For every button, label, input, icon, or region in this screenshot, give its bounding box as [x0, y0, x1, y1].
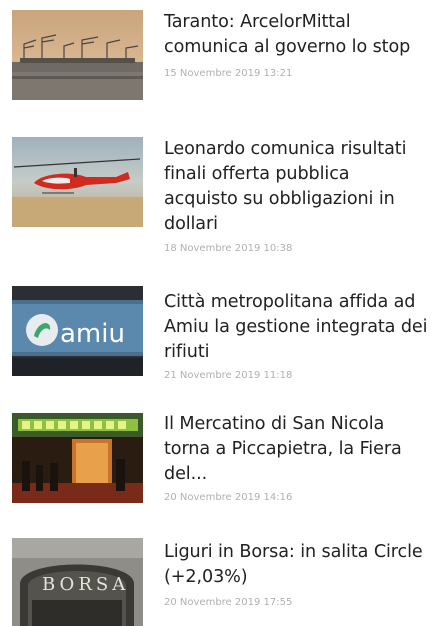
article-date: 15 Novembre 2019 13:21	[164, 68, 293, 79]
article-thumbnail[interactable]: BORSA	[12, 538, 143, 626]
article-thumbnail[interactable]: amiu	[12, 286, 143, 376]
article-date: 20 Novembre 2019 17:55	[164, 597, 293, 608]
article-thumbnail[interactable]	[12, 413, 143, 503]
amiu-logo-photo: amiu	[12, 286, 143, 376]
svg-text:BORSA: BORSA	[42, 574, 129, 595]
article-date: 20 Novembre 2019 14:16	[164, 492, 293, 503]
news-item: amiu Città metropolitana affida ad Amiu …	[0, 280, 436, 400]
article-title[interactable]: Il Mercatino di San Nicola torna a Picca…	[164, 412, 428, 487]
article-title[interactable]: Liguri in Borsa: in salita Circle (+2,03…	[164, 540, 428, 590]
news-item: Il Mercatino di San Nicola torna a Picca…	[0, 402, 436, 517]
red-helicopter-photo	[12, 137, 143, 227]
article-date: 18 Novembre 2019 10:38	[164, 243, 293, 254]
article-title[interactable]: Città metropolitana affida ad Amiu la ge…	[164, 290, 428, 365]
article-thumbnail[interactable]	[12, 10, 143, 100]
news-item: Taranto: ArcelorMittal comunica al gover…	[0, 0, 436, 115]
article-date: 21 Novembre 2019 11:18	[164, 370, 293, 381]
article-title[interactable]: Leonardo comunica risultati finali offer…	[164, 137, 428, 237]
borsa-building-photo: BORSA	[12, 538, 143, 626]
svg-text:amiu: amiu	[60, 319, 125, 349]
article-thumbnail[interactable]	[12, 137, 143, 227]
christmas-market-photo	[12, 413, 143, 503]
article-title[interactable]: Taranto: ArcelorMittal comunica al gover…	[164, 10, 428, 60]
news-item: BORSA Liguri in Borsa: in salita Circle …	[0, 530, 436, 626]
news-item: Leonardo comunica risultati finali offer…	[0, 127, 436, 267]
news-list: Taranto: ArcelorMittal comunica al gover…	[0, 0, 436, 626]
industrial-port-cranes-photo	[12, 10, 143, 100]
